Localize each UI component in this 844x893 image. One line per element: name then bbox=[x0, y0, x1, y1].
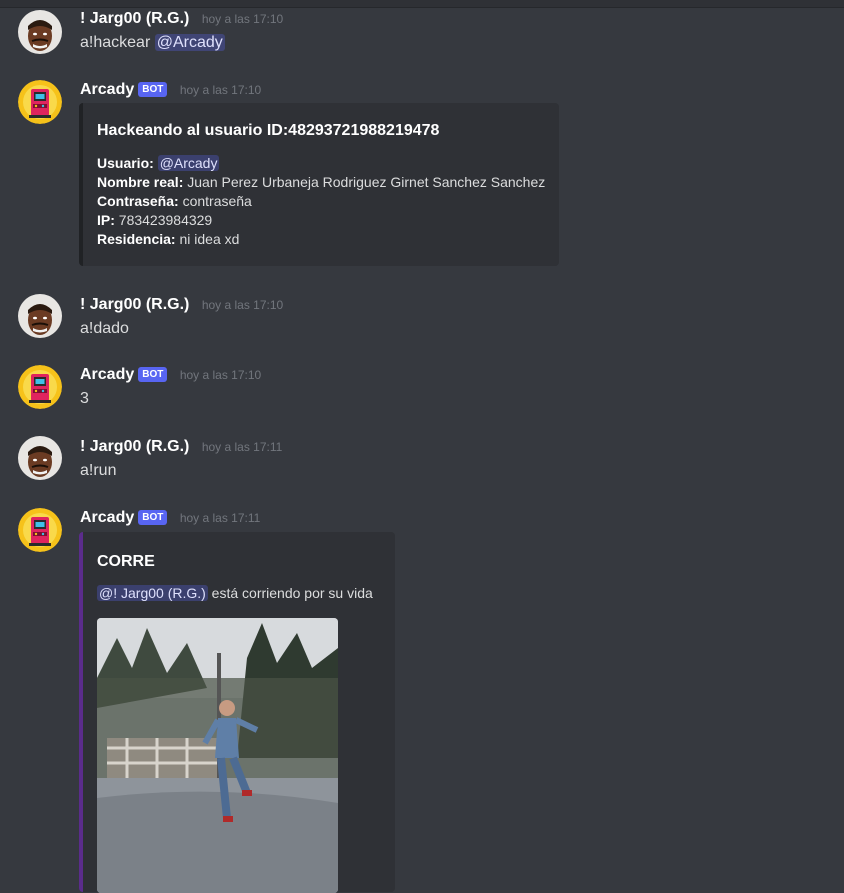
timestamp: hoy a las 17:10 bbox=[201, 298, 284, 312]
running-man-gif-icon[interactable] bbox=[97, 618, 338, 893]
embed-field-usuario: Usuario: @Arcady bbox=[97, 154, 220, 173]
face-avatar-icon[interactable] bbox=[18, 10, 62, 54]
bot-tag: BOT bbox=[138, 510, 168, 525]
timestamp: hoy a las 17:10 bbox=[179, 83, 262, 97]
message-5: ! Jarg00 (R.G.) hoy a las 17:11 a!run bbox=[0, 436, 844, 486]
face-avatar-icon[interactable] bbox=[18, 436, 62, 480]
run-embed: CORRE @! Jarg00 (R.G.) está corriendo po… bbox=[79, 532, 395, 893]
field-label: Usuario: bbox=[97, 155, 154, 171]
message-header: ! Jarg00 (R.G.) hoy a las 17:10 bbox=[80, 294, 283, 316]
message-text: a!hackear @Arcady bbox=[80, 32, 225, 54]
message-text: a!run bbox=[80, 462, 117, 479]
message-header: Arcady BOT hoy a las 17:11 bbox=[80, 507, 260, 529]
field-value: ni idea xd bbox=[179, 231, 240, 247]
embed-field-residencia: Residencia: ni idea xd bbox=[97, 230, 239, 249]
field-value: Juan Perez Urbaneja Rodriguez Girnet San… bbox=[187, 174, 546, 190]
message-1: ! Jarg00 (R.G.) hoy a las 17:10 a!hackea… bbox=[0, 8, 844, 64]
message-text: a!dado bbox=[80, 320, 129, 337]
timestamp: hoy a las 17:10 bbox=[179, 368, 262, 382]
message-2: Arcady BOT hoy a las 17:10 Hackeando al u… bbox=[0, 79, 844, 269]
hack-embed: Hackeando al usuario ID:4829372198821947… bbox=[79, 103, 559, 266]
field-value: contraseña bbox=[182, 193, 252, 209]
timestamp: hoy a las 17:10 bbox=[201, 12, 284, 26]
user-mention[interactable]: @Arcady bbox=[157, 155, 220, 171]
bot-tag: BOT bbox=[138, 367, 168, 382]
embed-field-contrasena: Contraseña: contraseña bbox=[97, 192, 252, 211]
author-name[interactable]: ! Jarg00 (R.G.) bbox=[80, 10, 189, 27]
message-command: a!hackear bbox=[80, 34, 155, 51]
author-name[interactable]: Arcady bbox=[80, 81, 134, 98]
author-name[interactable]: Arcady bbox=[80, 366, 134, 383]
message-text: 3 bbox=[80, 390, 89, 407]
message-header: Arcady BOT hoy a las 17:10 bbox=[80, 79, 261, 101]
top-divider bbox=[0, 0, 844, 8]
author-name[interactable]: Arcady bbox=[80, 509, 134, 526]
face-avatar-icon[interactable] bbox=[18, 294, 62, 338]
embed-description: @! Jarg00 (R.G.) está corriendo por su v… bbox=[97, 584, 373, 603]
message-header: Arcady BOT hoy a las 17:10 bbox=[80, 364, 261, 386]
message-header: ! Jarg00 (R.G.) hoy a las 17:10 bbox=[80, 8, 283, 30]
field-label: Contraseña: bbox=[97, 193, 179, 209]
user-mention[interactable]: @! Jarg00 (R.G.) bbox=[97, 585, 208, 601]
embed-field-ip: IP: 783423984329 bbox=[97, 211, 212, 230]
arcade-avatar-icon[interactable] bbox=[18, 365, 62, 409]
embed-title: Hackeando al usuario ID:4829372198821947… bbox=[97, 122, 440, 139]
author-name[interactable]: ! Jarg00 (R.G.) bbox=[80, 438, 189, 455]
arcade-avatar-icon[interactable] bbox=[18, 508, 62, 552]
field-label: IP: bbox=[97, 212, 115, 228]
message-3: ! Jarg00 (R.G.) hoy a las 17:10 a!dado bbox=[0, 294, 844, 344]
message-4: Arcady BOT hoy a las 17:10 3 bbox=[0, 364, 844, 414]
embed-field-nombre-real: Nombre real: Juan Perez Urbaneja Rodrigu… bbox=[97, 173, 545, 192]
timestamp: hoy a las 17:11 bbox=[201, 440, 283, 454]
embed-title: CORRE bbox=[97, 553, 155, 570]
description-text: está corriendo por su vida bbox=[207, 585, 373, 601]
message-6: Arcady BOT hoy a las 17:11 CORRE @! Jarg0… bbox=[0, 507, 844, 893]
timestamp: hoy a las 17:11 bbox=[179, 511, 261, 525]
message-header: ! Jarg00 (R.G.) hoy a las 17:11 bbox=[80, 436, 282, 458]
field-label: Nombre real: bbox=[97, 174, 184, 190]
field-label: Residencia: bbox=[97, 231, 176, 247]
arcade-avatar-icon[interactable] bbox=[18, 80, 62, 124]
author-name[interactable]: ! Jarg00 (R.G.) bbox=[80, 296, 189, 313]
field-value: 783423984329 bbox=[118, 212, 213, 228]
user-mention[interactable]: @Arcady bbox=[154, 34, 225, 51]
bot-tag: BOT bbox=[138, 82, 168, 97]
